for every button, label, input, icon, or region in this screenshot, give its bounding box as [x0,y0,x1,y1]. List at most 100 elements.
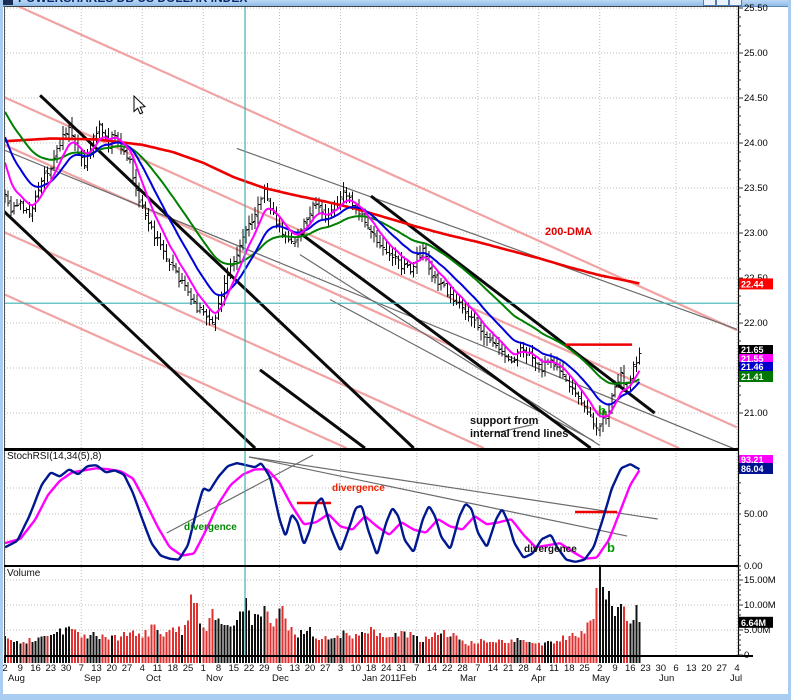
barcode-cell [227,656,229,663]
barcode-cell [7,656,9,663]
barcode-cell [474,656,476,663]
gray-trend-line [237,148,737,329]
date-tick-label: 25 [579,663,590,674]
volume-bar [77,632,79,655]
date-tick-label: 18 [564,663,575,674]
volume-bar [385,638,387,655]
svg-text:21.46: 21.46 [741,362,764,372]
volume-bar [175,632,177,655]
volume-bar [367,633,369,655]
barcode-cell [28,656,30,663]
barcode-cell [510,656,512,663]
barcode-cell [263,656,265,663]
annotation-divergence-black: divergence [524,544,577,555]
volume-bar [25,644,27,655]
barcode-cell [364,656,366,663]
volume-bar [407,637,409,655]
date-tick-label: 29 [259,663,270,674]
volume-bar [401,631,403,655]
volume-axis-label: 10.00M [744,600,776,611]
barcode-cell [89,656,91,663]
barcode-cell [516,656,518,663]
price-axis-label: 25.50 [744,3,768,14]
volume-bar [486,642,488,655]
svg-text:6.64M: 6.64M [741,618,766,628]
volume-bar [361,632,363,655]
barcode-cell [102,656,104,663]
volume-bar [376,636,378,655]
barcode-cell [410,656,412,663]
barcode-cell [507,656,509,663]
barcode-cell [291,656,293,663]
barcode-cell [623,656,625,663]
volume-bar [489,642,491,655]
barcode-cell [590,656,592,663]
volume-bar [465,644,467,655]
barcode-cell [68,656,70,663]
volume-bar [373,630,375,655]
barcode-cell [166,656,168,663]
barcode-cell [401,656,403,663]
barcode-cell [556,656,558,663]
date-tick-label: 13 [686,663,697,674]
barcode-cell [483,656,485,663]
volume-bar [22,642,24,655]
barcode-cell [47,656,49,663]
updown-barcode-strip [4,656,640,663]
stochrsi-panel-label: StochRSI(14,34(5),8) [7,451,102,462]
date-axis: 2916233071320274111825181522296132027310… [2,663,742,684]
volume-bar [632,620,634,655]
volume-bar [355,634,357,655]
barcode-cell [352,656,354,663]
barcode-cell [150,656,152,663]
barcode-cell [620,656,622,663]
volume-bar [169,630,171,655]
price-axis-label: 23.50 [744,183,768,194]
date-tick-label: 27 [320,663,331,674]
volume-bar [483,640,485,655]
separator-stoch-volume [4,565,738,567]
volume-bar [364,633,366,655]
volume-bar [462,641,464,655]
barcode-cell [519,656,521,663]
window-border-bottom [0,694,791,700]
barcode-cell [144,656,146,663]
volume-bar [596,588,598,655]
stoch-axis-label: 0.00 [744,561,763,572]
volume-bar [562,635,564,655]
barcode-cell [340,656,342,663]
date-tick-label: 23 [45,663,56,674]
volume-bar [605,600,607,655]
volume-bar [214,620,216,655]
volume-bar [498,640,500,655]
volume-bar [620,604,622,655]
volume-bar [129,633,131,655]
volume-bar [239,612,241,655]
volume-bar [312,636,314,655]
volume-bar [297,638,299,655]
volume-bar [443,630,445,655]
volume-bar [272,626,274,655]
price-axis-label: 25.00 [744,48,768,59]
barcode-cell [602,656,604,663]
barcode-cell [523,656,525,663]
chart-area[interactable]: 25.5025.0024.5024.0023.5023.0022.5022.00… [0,0,791,700]
volume-bar [626,621,628,655]
volume-bar [599,567,601,655]
barcode-cell [132,656,134,663]
volume-bar [574,636,576,655]
volume-bar [31,642,33,655]
barcode-cell [407,656,409,663]
volume-bar [590,621,592,655]
volume-bar [266,611,268,655]
volume-bar [263,606,265,655]
month-label: Oct [146,673,161,684]
barcode-cell [437,656,439,663]
price-badge-200dma: 22.44 [739,278,773,289]
volume-bar [16,641,18,655]
volume-bar [74,629,76,655]
volume-bar [147,636,149,655]
barcode-cell [92,656,94,663]
volume-bar [568,636,570,655]
month-label: May [592,673,610,684]
